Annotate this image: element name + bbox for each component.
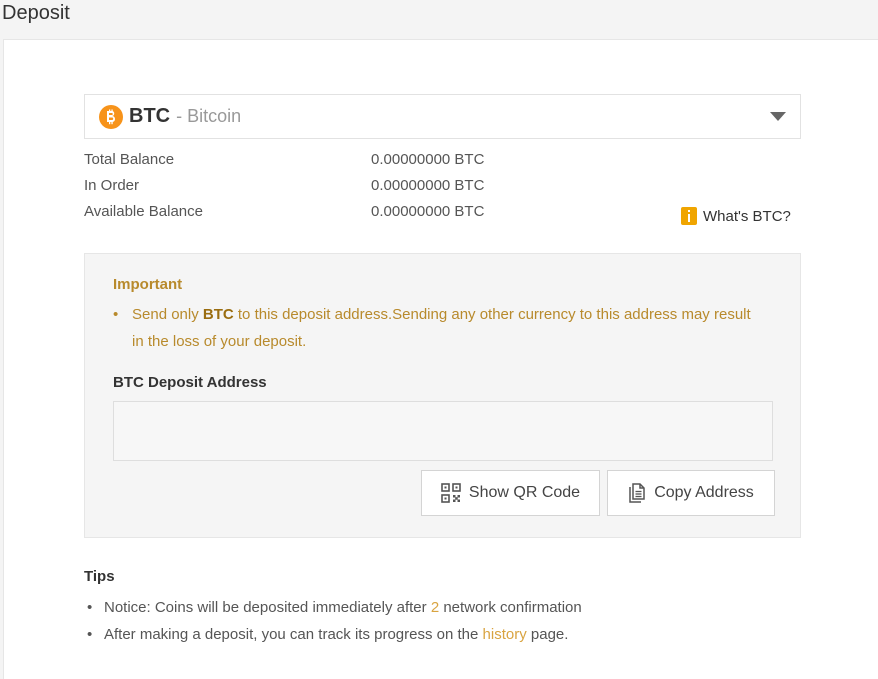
tip-item: • Notice: Coins will be deposited immedi…	[87, 599, 582, 616]
coin-name: Bitcoin	[187, 106, 242, 126]
balance-label: Available Balance	[84, 203, 203, 220]
balance-label: In Order	[84, 177, 140, 194]
balance-label: Total Balance	[84, 151, 175, 168]
page-title: Deposit	[2, 2, 70, 24]
show-qr-code-button[interactable]: Show QR Code	[421, 470, 600, 516]
coin-symbol: BTC	[129, 105, 171, 127]
bullet: •	[113, 306, 119, 323]
deposit-address-label: BTC Deposit Address	[113, 374, 267, 391]
show-qr-code-label: Show QR Code	[468, 484, 581, 501]
chevron-down-icon[interactable]	[770, 112, 786, 121]
important-coin: BTC	[202, 306, 234, 323]
tip1-text-after: network confirmation	[439, 599, 582, 616]
tip2-text-before: After making a deposit, you can track it…	[104, 626, 483, 643]
bitcoin-icon	[99, 104, 123, 129]
info-book-icon	[681, 207, 697, 225]
qr-code-icon	[441, 483, 461, 503]
important-title: Important	[113, 276, 183, 293]
copy-document-icon	[629, 483, 645, 503]
tip-item: • After making a deposit, you can track …	[87, 626, 569, 643]
copy-address-button[interactable]: Copy Address	[607, 470, 775, 516]
coin-select-dropdown[interactable]: BTC - Bitcoin	[84, 94, 801, 139]
important-notice: • Send only BTC to this deposit address.…	[113, 301, 763, 355]
tip1-confirmation-count: 2	[430, 599, 440, 616]
deposit-card: BTC - Bitcoin Total Balance 0.00000000 B…	[3, 39, 878, 679]
balance-value: 0.00000000 BTC	[371, 151, 485, 168]
important-text-before: Send only	[132, 306, 203, 323]
balance-value: 0.00000000 BTC	[371, 203, 485, 220]
bullet: •	[87, 599, 93, 616]
balance-value: 0.00000000 BTC	[371, 177, 485, 194]
coin-separator: -	[176, 106, 183, 126]
tips-title: Tips	[84, 568, 115, 585]
deposit-address-field[interactable]	[113, 401, 773, 461]
tip2-text-after: page.	[526, 626, 569, 643]
deposit-address-panel: Important • Send only BTC to this deposi…	[84, 253, 801, 538]
whats-btc-link[interactable]: What's BTC?	[681, 205, 791, 227]
copy-address-label: Copy Address	[654, 484, 754, 501]
tip1-text-before: Notice: Coins will be deposited immediat…	[104, 599, 431, 616]
bullet: •	[87, 626, 93, 643]
history-link[interactable]: history	[483, 626, 527, 643]
whats-btc-label: What's BTC?	[703, 207, 791, 225]
